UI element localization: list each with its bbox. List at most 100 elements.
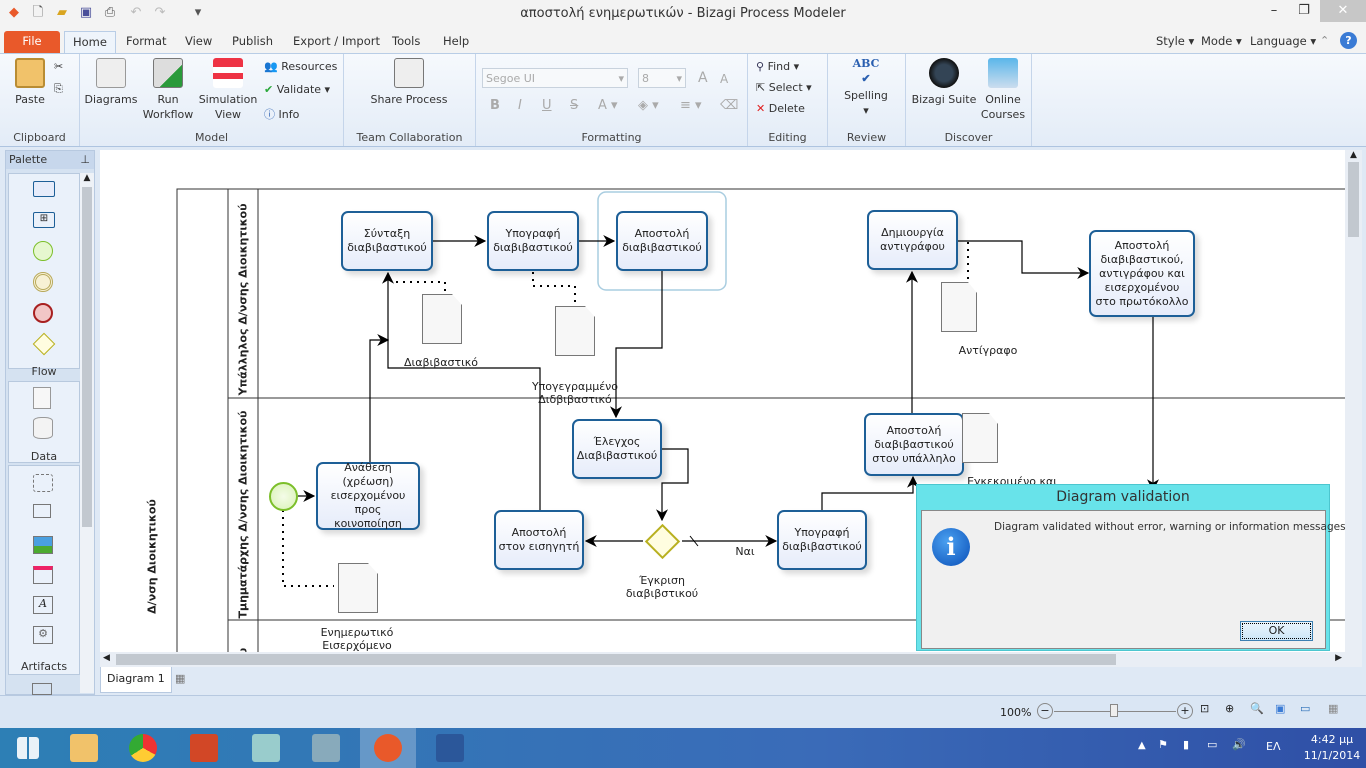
taskbar-bizagi[interactable]: [360, 728, 416, 768]
tab-help[interactable]: Help: [435, 31, 477, 53]
task-sign[interactable]: Υπογραφή διαβιβαστικού: [487, 211, 579, 271]
vertical-scrollbar[interactable]: ▲: [1345, 150, 1362, 667]
spelling-button[interactable]: ABC ✔ Spelling ▾: [836, 56, 896, 118]
tab-diagram-1[interactable]: Diagram 1: [100, 667, 172, 693]
document-d2[interactable]: [555, 306, 595, 356]
header-tool-icon[interactable]: [33, 566, 53, 584]
close-button[interactable]: ✕: [1320, 0, 1366, 22]
tab-publish[interactable]: Publish: [224, 31, 281, 53]
tab-home[interactable]: Home: [64, 31, 116, 53]
info-button[interactable]: ⓘ Info: [264, 106, 299, 122]
task-send-protocol[interactable]: Αποστολή διαβιβαστικού, αντιγράφου και ε…: [1089, 230, 1195, 317]
task-sign-2[interactable]: Υπογραφή διαβιβαστικού: [777, 510, 867, 570]
scroll-up-icon[interactable]: ▲: [1345, 150, 1362, 160]
document-d3[interactable]: [941, 282, 977, 332]
data-object-tool-icon[interactable]: [33, 387, 51, 409]
delete-button[interactable]: ✕ Delete: [756, 102, 805, 115]
start-button[interactable]: [0, 728, 56, 768]
eraser-icon[interactable]: ⌫: [720, 98, 738, 113]
actual-size-icon[interactable]: ⊡: [1200, 702, 1209, 715]
scroll-up-icon[interactable]: ▲: [80, 173, 94, 183]
ok-button[interactable]: OK: [1240, 621, 1313, 641]
clock-date[interactable]: 11/1/2014: [1300, 749, 1364, 762]
fit-page-icon[interactable]: ⊕: [1225, 702, 1234, 715]
gears-tool-icon[interactable]: ⚙: [33, 626, 53, 644]
collapse-ribbon-icon[interactable]: ⌃: [1320, 34, 1329, 47]
run-workflow-button[interactable]: Run Workflow: [140, 58, 196, 122]
annotation-tool-icon[interactable]: [33, 504, 51, 518]
data-store-tool-icon[interactable]: [33, 417, 53, 439]
start-event[interactable]: [269, 482, 298, 511]
horizontal-scrollbar[interactable]: ◀ ▶: [100, 652, 1345, 667]
image-tool-icon[interactable]: [33, 536, 53, 554]
document-d5[interactable]: [338, 563, 378, 613]
clock-time[interactable]: 4:42 μμ: [1304, 733, 1360, 746]
group-tool-icon[interactable]: [33, 474, 53, 492]
text-tool-icon[interactable]: A: [33, 596, 53, 614]
palette-scroll-thumb[interactable]: [82, 187, 92, 527]
italic-button[interactable]: I: [518, 98, 522, 113]
taskbar-app-4[interactable]: [238, 728, 294, 768]
pin-icon[interactable]: ⊥: [80, 151, 90, 169]
taskbar-network[interactable]: [298, 728, 354, 768]
end-event-tool-icon[interactable]: [33, 303, 53, 323]
diagrams-button[interactable]: Diagrams: [84, 58, 138, 107]
align-icon[interactable]: ≡ ▾: [680, 98, 702, 113]
zoom-in-button[interactable]: +: [1177, 703, 1193, 719]
help-icon[interactable]: ?: [1340, 32, 1357, 49]
tab-tools[interactable]: Tools: [384, 31, 428, 53]
task-create-copy[interactable]: Δημιουργία αντιγράφου: [867, 210, 958, 270]
palette-scrollbar[interactable]: ▲: [80, 173, 94, 693]
task-tool-icon[interactable]: [33, 181, 55, 197]
minimize-button[interactable]: –: [1258, 0, 1290, 22]
document-d1[interactable]: [422, 294, 462, 344]
horizontal-scroll-thumb[interactable]: [116, 654, 1116, 665]
taskbar-word[interactable]: [422, 728, 478, 768]
battery-icon[interactable]: ▮: [1183, 738, 1189, 751]
taskbar-powerpoint[interactable]: [176, 728, 232, 768]
task-send-employee[interactable]: Αποστολή διαβιβαστικού στον υπάλληλο: [864, 413, 964, 476]
new-diagram-tab-icon[interactable]: ▦: [175, 672, 185, 685]
show-hidden-icons[interactable]: ▲: [1138, 740, 1146, 751]
zoom-slider-thumb[interactable]: [1110, 704, 1118, 717]
bold-button[interactable]: B: [490, 98, 500, 113]
font-family-select[interactable]: Segoe UI ▾: [482, 68, 628, 88]
task-send-rapporteur[interactable]: Αποστολή στον εισηγητή: [494, 510, 584, 570]
tab-format[interactable]: Format: [118, 31, 175, 53]
zoom-window-icon[interactable]: ▣: [1275, 702, 1285, 715]
scroll-right-icon[interactable]: ▶: [1335, 653, 1342, 663]
start-event-tool-icon[interactable]: [33, 241, 53, 261]
document-d4[interactable]: [962, 413, 998, 463]
copy-icon[interactable]: ⎘: [54, 82, 63, 96]
scroll-left-icon[interactable]: ◀: [103, 653, 110, 663]
restore-button[interactable]: ❐: [1288, 0, 1320, 22]
gateway-tool-icon[interactable]: [32, 332, 56, 356]
tab-export-import[interactable]: Export / Import: [285, 31, 388, 53]
strikethrough-button[interactable]: S: [570, 98, 578, 113]
bizagi-suite-button[interactable]: Bizagi Suite: [910, 58, 978, 107]
taskbar-chrome[interactable]: [115, 728, 171, 768]
font-color-icon[interactable]: A ▾: [598, 98, 618, 113]
language-menu[interactable]: Language ▾: [1242, 31, 1324, 53]
cut-icon[interactable]: ✂: [54, 60, 63, 73]
fill-color-icon[interactable]: ◈ ▾: [638, 98, 659, 113]
task-assign[interactable]: Ανάθεση (χρέωση) εισερχομένου προς κοινο…: [316, 461, 420, 530]
task-send[interactable]: Αποστολή διαβιβαστικού: [616, 211, 708, 271]
volume-icon[interactable]: 🔊: [1232, 738, 1246, 751]
shrink-font-icon[interactable]: A: [720, 72, 728, 86]
presentation-icon[interactable]: ▭: [1300, 702, 1310, 715]
network-icon[interactable]: ▭: [1207, 738, 1217, 751]
grow-font-icon[interactable]: A: [698, 70, 708, 86]
underline-button[interactable]: U: [542, 98, 552, 113]
input-language[interactable]: ΕΛ: [1266, 740, 1280, 753]
zoom-out-button[interactable]: −: [1037, 703, 1053, 719]
online-courses-button[interactable]: Online Courses: [978, 58, 1028, 122]
task-compose[interactable]: Σύνταξη διαβιβαστικού: [341, 211, 433, 271]
select-button[interactable]: ⇱ Select ▾: [756, 81, 812, 94]
paste-button[interactable]: Paste: [10, 58, 50, 107]
vertical-scroll-thumb[interactable]: [1348, 162, 1359, 237]
simulation-view-button[interactable]: Simulation View: [198, 58, 258, 122]
intermediate-event-tool-icon[interactable]: [33, 272, 53, 292]
page-view-icon[interactable]: ▦: [1328, 702, 1338, 715]
tab-file[interactable]: File: [4, 31, 60, 53]
